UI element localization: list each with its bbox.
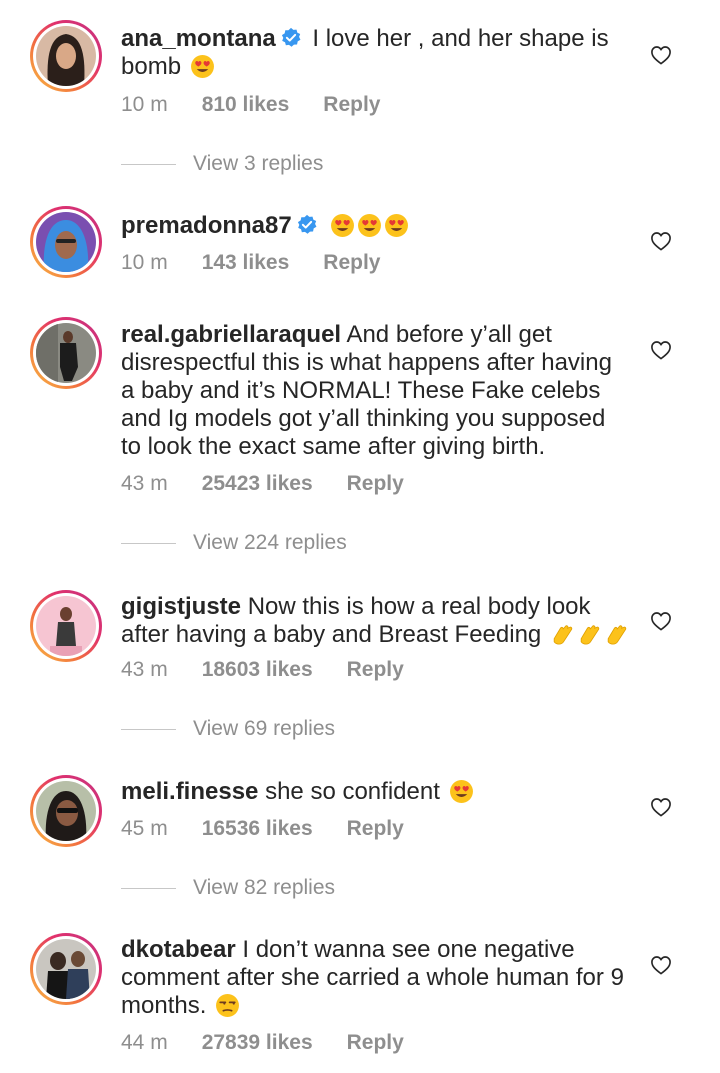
avatar[interactable] [30,933,102,1005]
comments-list: ana_montana I love her , and her shape i… [0,0,720,1073]
view-replies-button[interactable]: View 82 replies [121,876,521,904]
comment-time: 43 m [121,658,168,681]
reply-button[interactable]: Reply [347,1031,404,1055]
avatar[interactable] [30,775,102,847]
divider [121,728,176,730]
comment-meta: 10 m 143 likes Reply [121,251,380,275]
verified-badge-icon [280,27,302,49]
avatar-photo [36,939,96,999]
comment-username[interactable]: dkotabear [121,936,236,963]
comment-body: premadonna87 [121,212,631,240]
comment-likes[interactable]: 18603 likes [202,658,313,682]
unamused-face-emoji-icon [215,993,240,1018]
avatar-photo [36,26,96,86]
heart-outline-icon[interactable] [650,340,672,360]
comment-likes[interactable]: 27839 likes [202,1031,313,1055]
heart-eyes-emoji-icon [384,213,409,238]
divider [121,887,176,889]
reply-button[interactable]: Reply [323,93,380,117]
divider [121,163,176,165]
comment-likes[interactable]: 16536 likes [202,817,313,841]
heart-outline-icon[interactable] [650,611,672,631]
heart-eyes-emoji-icon [330,213,355,238]
comment-body: meli.finesse she so confident [121,778,631,806]
avatar-photo [36,596,96,656]
comment-likes[interactable]: 810 likes [202,93,290,117]
heart-outline-icon[interactable] [650,797,672,817]
comment-body: dkotabear I don’t wanna see one negative… [121,936,631,1020]
view-replies-label: View 82 replies [193,876,336,899]
comment-meta: 43 m 25423 likes Reply [121,472,404,496]
verified-badge-icon [296,214,318,236]
view-replies-button[interactable]: View 69 replies [121,717,521,745]
avatar-photo [36,323,96,383]
reply-button[interactable]: Reply [347,817,404,841]
comment-username[interactable]: premadonna87 [121,212,292,239]
comment-username[interactable]: real.gabriellaraquel [121,321,341,348]
avatar[interactable] [30,317,102,389]
avatar[interactable] [30,20,102,92]
comment-body: real.gabriellaraquel And before y’all ge… [121,321,631,461]
heart-eyes-emoji-icon [449,779,474,804]
avatar-photo [36,212,96,272]
comment-text: she so confident [265,778,440,805]
heart-outline-icon[interactable] [650,231,672,251]
heart-outline-icon[interactable] [650,45,672,65]
comment-meta: 45 m 16536 likes Reply [121,817,404,841]
comment-time: 10 m [121,93,168,116]
reply-button[interactable]: Reply [347,658,404,682]
avatar[interactable] [30,206,102,278]
clapping-hands-emoji-icon [604,622,629,647]
reply-button[interactable]: Reply [347,472,404,496]
view-replies-label: View 3 replies [193,152,324,175]
view-replies-button[interactable]: View 3 replies [121,152,521,180]
comment-likes[interactable]: 25423 likes [202,472,313,496]
clapping-hands-emoji-icon [577,622,602,647]
divider [121,542,176,544]
comment-meta: 43 m 18603 likes Reply [121,658,404,682]
heart-eyes-emoji-icon [357,213,382,238]
comment-meta: 44 m 27839 likes Reply [121,1031,404,1055]
heart-outline-icon[interactable] [650,955,672,975]
reply-button[interactable]: Reply [323,251,380,275]
heart-eyes-emoji-icon [190,54,215,79]
clapping-hands-emoji-icon [550,622,575,647]
comment-time: 10 m [121,251,168,274]
view-replies-label: View 69 replies [193,717,336,740]
avatar[interactable] [30,590,102,662]
comment-username[interactable]: ana_montana [121,25,276,52]
comment-username[interactable]: gigistjuste [121,593,241,620]
comment-body: gigistjuste Now this is how a real body … [121,593,631,649]
avatar-photo [36,781,96,841]
comment-likes[interactable]: 143 likes [202,251,290,275]
comment-time: 45 m [121,817,168,840]
view-replies-label: View 224 replies [193,531,347,554]
comment-time: 44 m [121,1031,168,1054]
view-replies-button[interactable]: View 224 replies [121,531,521,559]
comment-body: ana_montana I love her , and her shape i… [121,25,631,81]
comment-username[interactable]: meli.finesse [121,778,258,805]
comment-meta: 10 m 810 likes Reply [121,93,380,117]
comment-time: 43 m [121,472,168,495]
